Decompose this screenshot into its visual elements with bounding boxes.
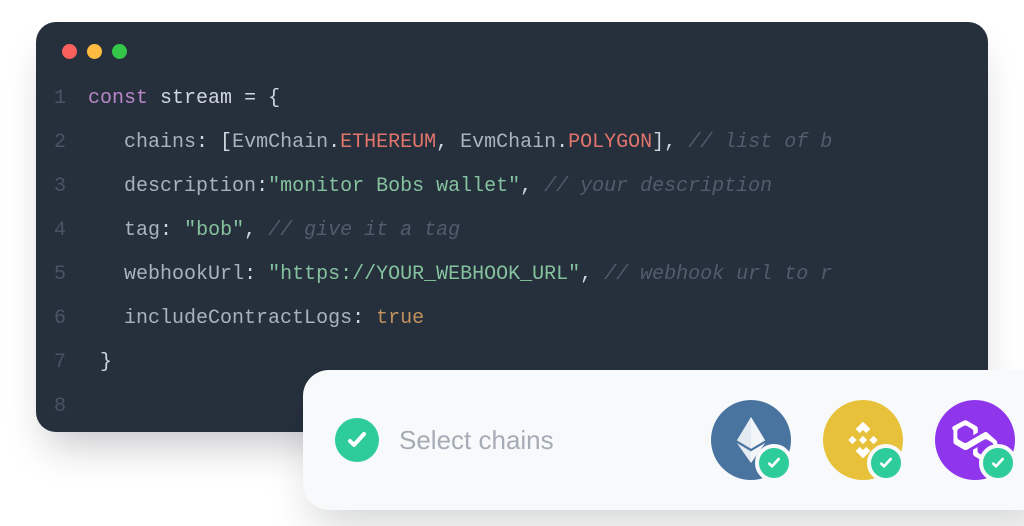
token-enum: POLYGON xyxy=(568,131,652,154)
token-class: EvmChain xyxy=(232,131,328,154)
selected-badge-icon xyxy=(755,444,793,482)
token-comment: // webhook url to r xyxy=(604,263,832,286)
token-brace: } xyxy=(100,351,112,374)
chain-bnb[interactable] xyxy=(823,400,903,480)
select-chains-label: Select chains xyxy=(399,425,554,456)
selected-badge-icon xyxy=(979,444,1017,482)
token-key: description xyxy=(124,175,256,198)
token-class: EvmChain xyxy=(460,131,556,154)
token-key: includeContractLogs xyxy=(124,307,352,330)
token-identifier: stream xyxy=(160,87,232,110)
token-comment: // your description xyxy=(544,175,772,198)
token-boolean: true xyxy=(376,307,424,330)
token-string: "https://YOUR_WEBHOOK_URL" xyxy=(268,263,580,286)
line-gutter: 1 2 3 4 5 6 7 8 xyxy=(46,77,88,429)
select-chains-card: Select chains xyxy=(303,370,1024,510)
zoom-dot[interactable] xyxy=(112,44,127,59)
window-controls xyxy=(36,22,988,69)
check-icon xyxy=(335,418,379,462)
token-key: tag xyxy=(124,219,160,242)
token-key: webhookUrl xyxy=(124,263,244,286)
token-op: = xyxy=(232,87,268,110)
minimize-dot[interactable] xyxy=(87,44,102,59)
token-comment: // list of b xyxy=(688,131,832,154)
token-string: "bob" xyxy=(184,219,244,242)
token-comment: // give it a tag xyxy=(268,219,460,242)
chain-ethereum[interactable] xyxy=(711,400,791,480)
token-key: chains xyxy=(124,131,196,154)
token-string: "monitor Bobs wallet" xyxy=(268,175,520,198)
token-brace: { xyxy=(268,87,280,110)
selected-badge-icon xyxy=(867,444,905,482)
close-dot[interactable] xyxy=(62,44,77,59)
token-enum: ETHEREUM xyxy=(340,131,436,154)
chain-polygon[interactable] xyxy=(935,400,1015,480)
token-keyword: const xyxy=(88,87,148,110)
